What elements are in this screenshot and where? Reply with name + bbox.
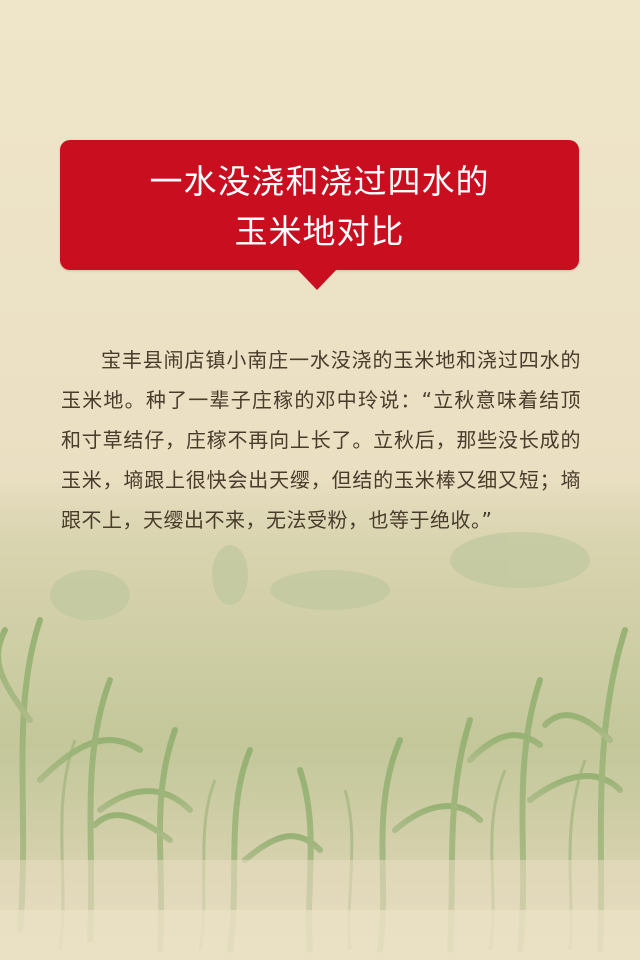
- page-background: 一水没浇和浇过四水的 玉米地对比 宝丰县闹店镇小南庄一水没浇的玉米地和浇过四水的…: [0, 0, 640, 960]
- title-line-1: 一水没浇和浇过四水的: [149, 162, 490, 201]
- article-paragraph: 宝丰县闹店镇小南庄一水没浇的玉米地和浇过四水的玉米地。种了一辈子庄稼的邓中玲说：…: [61, 348, 581, 532]
- title-banner: 一水没浇和浇过四水的 玉米地对比: [60, 140, 579, 270]
- title-banner-pointer: [296, 268, 338, 290]
- cornfield-photo: [0, 480, 640, 960]
- title-line-2: 玉米地对比: [234, 212, 405, 251]
